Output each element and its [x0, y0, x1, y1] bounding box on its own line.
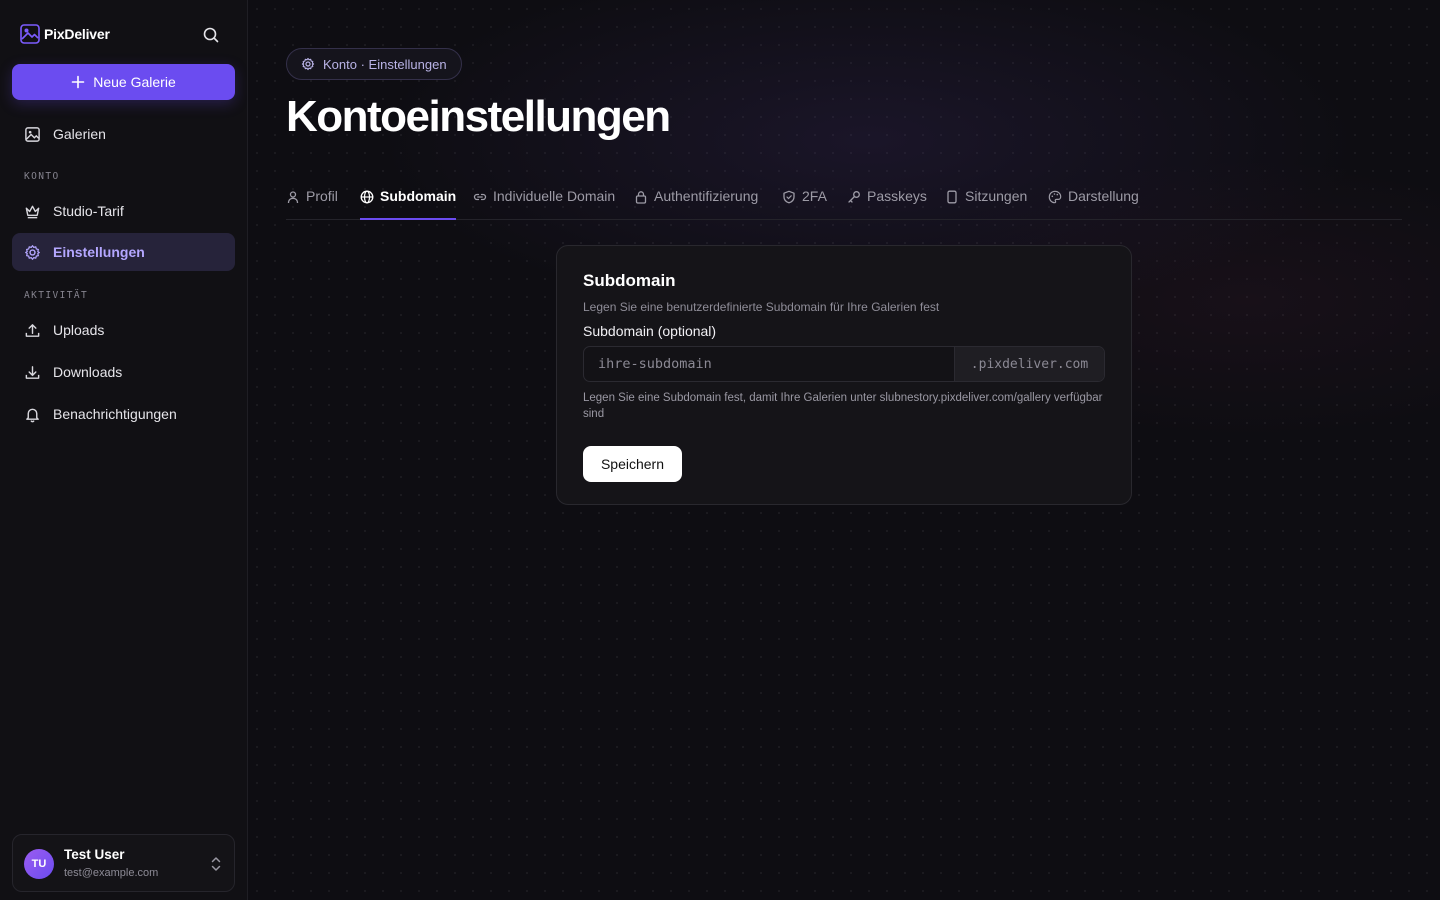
subdomain-card: Subdomain Legen Sie eine benutzerdefinie…: [556, 245, 1132, 505]
sidebar-item-downloads[interactable]: Downloads: [12, 353, 235, 391]
sidebar-item-label: Uploads: [53, 322, 105, 338]
subdomain-input[interactable]: [584, 347, 954, 381]
settings-tabs: Profil Subdomain Individuelle Domain Aut…: [286, 186, 1402, 220]
card-title: Subdomain: [583, 271, 676, 290]
lock-icon: [635, 191, 647, 204]
tab-passkeys[interactable]: Passkeys: [847, 186, 927, 220]
plus-icon: [71, 75, 85, 89]
breadcrumb: Konto · Einstellungen: [286, 48, 462, 80]
subdomain-hint: Legen Sie eine Subdomain fest, damit Ihr…: [583, 392, 1103, 420]
tab-label: Individuelle Domain: [493, 188, 616, 204]
main-content: Konto · Einstellungen Kontoeinstellungen…: [248, 0, 1440, 900]
sidebar-item-settings[interactable]: Einstellungen: [12, 233, 235, 271]
tab-label: Authentifizierung: [654, 188, 759, 204]
key-icon: [848, 191, 860, 203]
gear-icon: [25, 244, 40, 260]
image-icon: [25, 126, 40, 142]
tab-custom-domain[interactable]: Individuelle Domain: [473, 186, 615, 220]
tab-appearance[interactable]: Darstellung: [1048, 186, 1139, 220]
sidebar-item-notifications[interactable]: Benachrichtigungen: [12, 395, 235, 433]
user-name: Test User: [64, 847, 125, 862]
tab-profile[interactable]: Profil: [286, 186, 338, 220]
tab-2fa[interactable]: 2FA: [782, 186, 827, 220]
pixdeliver-logo-icon: [20, 24, 40, 44]
user-email: test@example.com: [64, 867, 159, 879]
bell-icon: [26, 408, 39, 422]
sidebar-item-label: Downloads: [53, 364, 123, 380]
user-icon: [287, 191, 299, 204]
subdomain-field-label: Subdomain (optional): [583, 323, 717, 339]
domain-suffix: .pixdeliver.com: [954, 347, 1104, 381]
sidebar-item-galleries[interactable]: Galerien: [12, 115, 235, 153]
sidebar-item-uploads[interactable]: Uploads: [12, 311, 235, 349]
sidebar-item-label: Galerien: [53, 126, 106, 142]
section-label-account: KONTO: [24, 171, 60, 182]
crown-icon: [25, 205, 40, 218]
card-description: Legen Sie eine benutzerdefinierte Subdom…: [583, 300, 940, 314]
chevron-up-down-icon: [211, 857, 221, 871]
device-icon: [947, 190, 957, 204]
save-button[interactable]: Speichern: [583, 446, 682, 482]
download-icon: [25, 365, 40, 379]
tab-label: Profil: [306, 188, 338, 204]
palette-icon: [1048, 190, 1062, 204]
page-title: Kontoeinstellungen: [286, 92, 671, 141]
new-gallery-label: Neue Galerie: [93, 74, 176, 90]
tab-label: Darstellung: [1068, 188, 1139, 204]
sidebar-item-label: Benachrichtigungen: [53, 406, 177, 422]
gear-icon: [301, 57, 315, 71]
upload-icon: [25, 323, 40, 337]
tab-label: Subdomain: [380, 188, 457, 204]
search-icon[interactable]: [201, 25, 221, 45]
breadcrumb-text: Konto · Einstellungen: [323, 56, 447, 72]
user-menu[interactable]: TU Test User test@example.com: [12, 834, 235, 892]
avatar: TU: [24, 849, 54, 879]
link-icon: [473, 193, 487, 201]
subdomain-input-group: .pixdeliver.com: [583, 346, 1105, 382]
globe-icon: [360, 190, 374, 204]
new-gallery-button[interactable]: Neue Galerie: [12, 64, 235, 100]
sidebar-item-label: Einstellungen: [53, 244, 145, 260]
tab-label: Sitzungen: [965, 188, 1028, 204]
tab-sessions[interactable]: Sitzungen: [945, 186, 1027, 220]
tab-label: 2FA: [802, 188, 827, 204]
sidebar-item-label: Studio-Tarif: [53, 203, 124, 219]
shield-icon: [783, 190, 795, 204]
sidebar-item-studio-plan[interactable]: Studio-Tarif: [12, 192, 235, 230]
section-label-activity: AKTIVITÄT: [24, 290, 89, 301]
brand-name: PixDeliver: [44, 26, 110, 42]
brand[interactable]: PixDeliver: [20, 24, 110, 44]
tab-label: Passkeys: [867, 188, 927, 204]
sidebar: PixDeliver Neue Galerie Galerien KONTO S…: [0, 0, 248, 900]
tab-authentication[interactable]: Authentifizierung: [634, 186, 758, 220]
tab-subdomain[interactable]: Subdomain: [360, 186, 457, 220]
